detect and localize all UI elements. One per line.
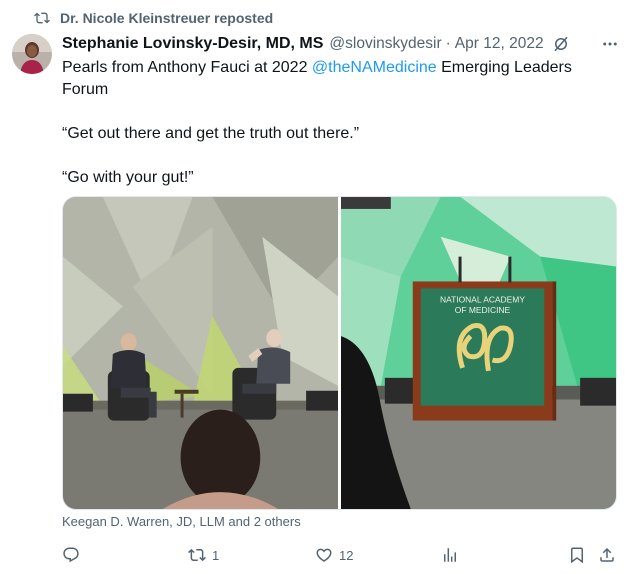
more-options-icon[interactable] [601, 35, 619, 53]
share-button[interactable] [598, 544, 616, 566]
avatar[interactable] [12, 34, 52, 74]
tweet-text: Pearls from Anthony Fauci at 2022 @theNA… [62, 57, 607, 189]
tweet-quote-2: “Go with your gut!” [62, 169, 194, 186]
bookmark-icon [571, 547, 583, 564]
grok-icon[interactable] [552, 35, 570, 53]
tweet-header: Stephanie Lovinsky-Desir, MD, MS @slovin… [62, 33, 619, 55]
repost-icon [34, 10, 50, 26]
repost-count: 1 [212, 547, 220, 563]
views-button[interactable] [441, 544, 465, 566]
tweet-date[interactable]: Apr 12, 2022 [455, 35, 544, 53]
media-grid: NATIONAL ACADEMY OF MEDICINE [62, 196, 617, 510]
tweet-quote-1: “Get out there and get the truth out the… [62, 125, 360, 142]
reply-icon [63, 547, 79, 563]
views-icon [444, 548, 456, 562]
bookmark-button[interactable] [568, 544, 586, 566]
author-handle[interactable]: @slovinskydesir [329, 35, 441, 53]
action-bar: 1 12 [62, 544, 617, 566]
heart-icon [316, 548, 332, 562]
dot-separator: · [445, 35, 451, 52]
share-icon [600, 547, 614, 562]
tweet-line-2: Forum [62, 81, 109, 98]
like-button[interactable]: 12 [315, 544, 353, 566]
author-name[interactable]: Stephanie Lovinsky-Desir, MD, MS [62, 35, 323, 53]
likers-summary[interactable]: Keegan D. Warren, JD, LLM and 2 others [62, 514, 301, 529]
text-prefix: Pearls from Anthony Fauci at 2022 [62, 59, 312, 76]
podium-line-1: NATIONAL ACADEMY [440, 294, 525, 304]
photo-podium[interactable]: NATIONAL ACADEMY OF MEDICINE [341, 197, 616, 509]
reply-button[interactable] [62, 544, 86, 566]
like-count: 12 [339, 547, 354, 563]
repost-icon [188, 548, 206, 562]
photo-stage-interview[interactable] [63, 197, 338, 509]
repost-label: Dr. Nicole Kleinstreuer reposted [60, 10, 274, 26]
repost-button[interactable]: 1 [188, 544, 219, 566]
podium-line-2: OF MEDICINE [455, 305, 511, 315]
text-suffix: Emerging Leaders [436, 59, 572, 76]
tweet-line-1: Pearls from Anthony Fauci at 2022 @theNA… [62, 57, 607, 79]
mention-link[interactable]: @theNAMedicine [312, 59, 437, 76]
repost-indicator[interactable]: Dr. Nicole Kleinstreuer reposted [34, 8, 273, 28]
